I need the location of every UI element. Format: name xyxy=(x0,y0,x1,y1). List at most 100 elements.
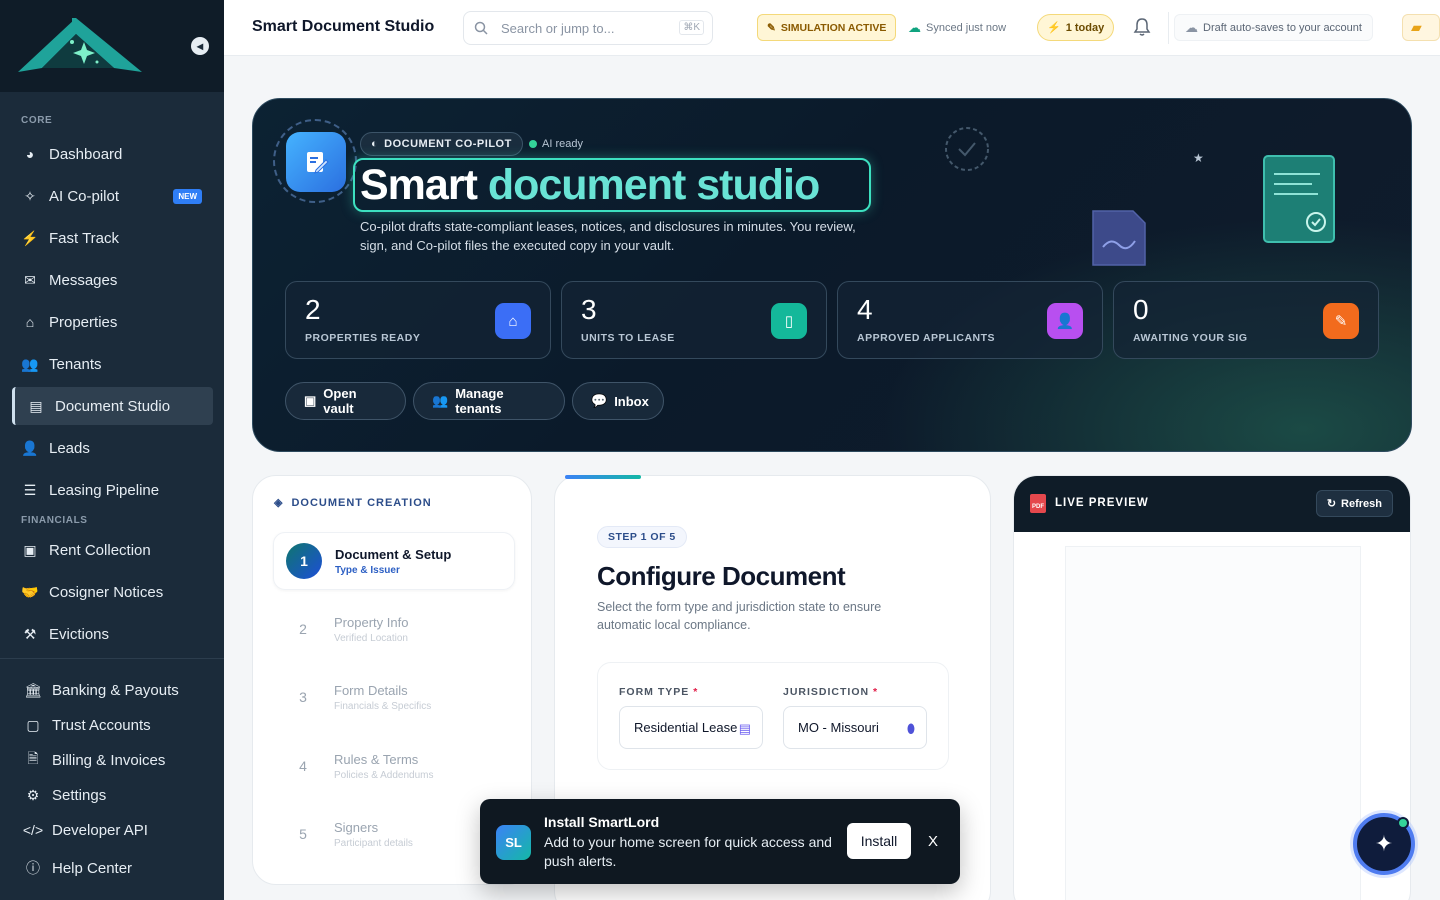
stat-units-to-lease[interactable]: 3 UNITS TO LEASE ▯ xyxy=(561,281,827,359)
magic-wand-icon: ✦ xyxy=(1374,831,1394,856)
gear-icon: ⚙ xyxy=(26,786,40,803)
simulation-badge[interactable]: ✎ SIMULATION ACTIVE xyxy=(757,14,897,41)
step-subtitle: Financials & Specifics xyxy=(334,700,432,712)
sidebar-item-tenants[interactable]: 👥 Tenants xyxy=(12,345,213,383)
manage-tenants-button[interactable]: 👥 Manage tenants xyxy=(413,382,565,420)
bolt-icon: ⚡ xyxy=(1047,22,1061,34)
step-subtitle: Verified Location xyxy=(334,632,408,644)
step-signers[interactable]: 5 Signers Participant details xyxy=(273,805,515,863)
stat-value: 0 xyxy=(1133,294,1149,325)
sidebar-item-leads[interactable]: 👤 Leads xyxy=(12,429,213,467)
pdf-icon: PDF xyxy=(1030,494,1046,513)
house-logo-icon xyxy=(18,18,142,72)
step-progress-bar xyxy=(565,475,641,479)
configure-subtitle: Select the form type and jurisdiction st… xyxy=(597,600,882,632)
ai-assistant-button[interactable]: ✦ xyxy=(1353,813,1415,875)
sparkle-icon: ★ xyxy=(1193,151,1204,165)
close-toast-button[interactable]: X xyxy=(928,833,938,850)
sidebar-item-label: Evictions xyxy=(49,625,110,643)
sidebar-item-fast-track[interactable]: ⚡ Fast Track xyxy=(12,219,213,257)
sidebar-item-developer-api[interactable]: </> Developer API xyxy=(15,811,216,849)
bolt-icon: ⚡ xyxy=(21,229,39,246)
sidebar-item-cosigner-notices[interactable]: 🤝 Cosigner Notices xyxy=(12,573,213,611)
sidebar-item-label: Developer API xyxy=(52,821,148,839)
layers-icon: ◈ xyxy=(274,497,284,509)
sidebar-item-leasing-pipeline[interactable]: ☰ Leasing Pipeline xyxy=(12,471,213,509)
check-circle-icon xyxy=(945,127,989,171)
status-dot xyxy=(529,140,537,148)
required-mark: * xyxy=(693,686,699,698)
sidebar-item-label: Settings xyxy=(52,786,107,804)
sidebar-item-label: Properties xyxy=(49,313,118,331)
jurisdiction-value: MO - Missouri xyxy=(798,720,879,735)
open-vault-button[interactable]: ▣ Open vault xyxy=(285,382,406,420)
today-badge[interactable]: ⚡ 1 today xyxy=(1037,14,1115,41)
simulation-label: SIMULATION ACTIVE xyxy=(780,21,887,34)
step-number: 4 xyxy=(299,758,307,774)
invoice-icon: 🗎 xyxy=(27,750,39,766)
step-form-details[interactable]: 3 Form Details Financials & Specifics xyxy=(273,668,515,726)
sidebar-item-document-studio[interactable]: ▤ Document Studio xyxy=(12,387,213,425)
sidebar: ◂ CORE ◕ Dashboard ✧ AI Co-pilot NEW ⚡ F… xyxy=(0,0,224,900)
online-dot xyxy=(1397,817,1409,829)
inbox-label: Inbox xyxy=(614,393,649,409)
preview-document-page xyxy=(1065,546,1361,900)
home-icon: ⌂ xyxy=(25,314,35,330)
sidebar-item-ai-copilot[interactable]: ✧ AI Co-pilot NEW xyxy=(12,177,213,215)
jurisdiction-select[interactable]: MO - Missouri ⬮ xyxy=(783,706,927,749)
step-subtitle: Policies & Addendums xyxy=(334,769,434,781)
step-property-info[interactable]: 2 Property Info Verified Location xyxy=(273,600,515,658)
sidebar-divider xyxy=(0,658,224,659)
dashboard-icon: ◕ xyxy=(25,146,35,162)
folder-button[interactable]: ▰ xyxy=(1402,14,1440,41)
stat-awaiting-signature[interactable]: 0 AWAITING YOUR SIG ✎ xyxy=(1113,281,1379,359)
sidebar-item-settings[interactable]: ⚙ Settings xyxy=(15,776,216,814)
sidebar-item-evictions[interactable]: ⚒ Evictions xyxy=(12,615,213,653)
document-creation-heading: ◈ DOCUMENT CREATION xyxy=(274,496,432,510)
collapse-sidebar-button[interactable]: ◂ xyxy=(191,37,209,55)
sidebar-item-label: Rent Collection xyxy=(49,541,151,559)
step-title: Form Details xyxy=(334,682,408,698)
stat-label: PROPERTIES READY xyxy=(305,332,421,344)
search-input[interactable]: Search or jump to... ⌘K xyxy=(463,11,713,45)
sidebar-item-banking[interactable]: 🏛 Banking & Payouts xyxy=(15,671,216,709)
sidebar-item-help-center[interactable]: ⓘ Help Center xyxy=(15,849,216,887)
sidebar-item-label: Banking & Payouts xyxy=(52,681,179,699)
stat-approved-applicants[interactable]: 4 APPROVED APPLICANTS 👤 xyxy=(837,281,1103,359)
list-icon: ☰ xyxy=(23,481,37,498)
stat-properties-ready[interactable]: 2 PROPERTIES READY ⌂ xyxy=(285,281,551,359)
refresh-button[interactable]: ↻ Refresh xyxy=(1315,490,1393,517)
step-rules-terms[interactable]: 4 Rules & Terms Policies & Addendums xyxy=(273,737,515,795)
new-badge: NEW xyxy=(173,188,202,204)
sidebar-item-messages[interactable]: ✉ Messages xyxy=(12,261,213,299)
step-number: 2 xyxy=(299,621,307,637)
sidebar-item-dashboard[interactable]: ◕ Dashboard xyxy=(12,135,213,173)
topbar-divider xyxy=(1168,12,1169,44)
stat-value: 3 xyxy=(581,294,597,325)
form-type-select[interactable]: Residential Lease ▤ xyxy=(619,706,763,749)
sidebar-item-label: Leads xyxy=(49,439,90,457)
user-check-icon: 👤 xyxy=(1047,303,1083,339)
bell-icon[interactable] xyxy=(1133,17,1151,37)
step-document-setup[interactable]: 1 Document & Setup Type & Issuer xyxy=(273,532,515,590)
envelope-icon: ✉ xyxy=(24,271,36,288)
sidebar-item-properties[interactable]: ⌂ Properties xyxy=(12,303,213,341)
users-icon: 👥 xyxy=(432,393,449,408)
copilot-tag: ◐ DOCUMENT CO-PILOT xyxy=(360,132,523,156)
install-button[interactable]: Install xyxy=(847,823,911,859)
brand-logo[interactable]: ◂ xyxy=(0,0,224,92)
form-type-label: FORM TYPE * xyxy=(619,686,698,698)
sidebar-item-label: Tenants xyxy=(49,355,102,373)
sidebar-item-label: Messages xyxy=(49,271,118,289)
chart-file-icon xyxy=(1092,210,1146,266)
sync-label: Synced just now xyxy=(926,21,1007,34)
sidebar-item-billing[interactable]: 🗎 Billing & Invoices xyxy=(15,741,216,779)
user-plus-icon: 👤 xyxy=(21,439,39,456)
sidebar-item-rent-collection[interactable]: ▣ Rent Collection xyxy=(12,531,213,569)
app-avatar: SL xyxy=(496,825,531,860)
inbox-button[interactable]: 💬 Inbox xyxy=(572,382,664,420)
file-icon: ▤ xyxy=(738,721,751,736)
document-icon: ▤ xyxy=(29,397,43,414)
form-type-label-text: FORM TYPE xyxy=(619,686,690,698)
sidebar-item-trust-accounts[interactable]: ▢ Trust Accounts xyxy=(15,706,216,744)
